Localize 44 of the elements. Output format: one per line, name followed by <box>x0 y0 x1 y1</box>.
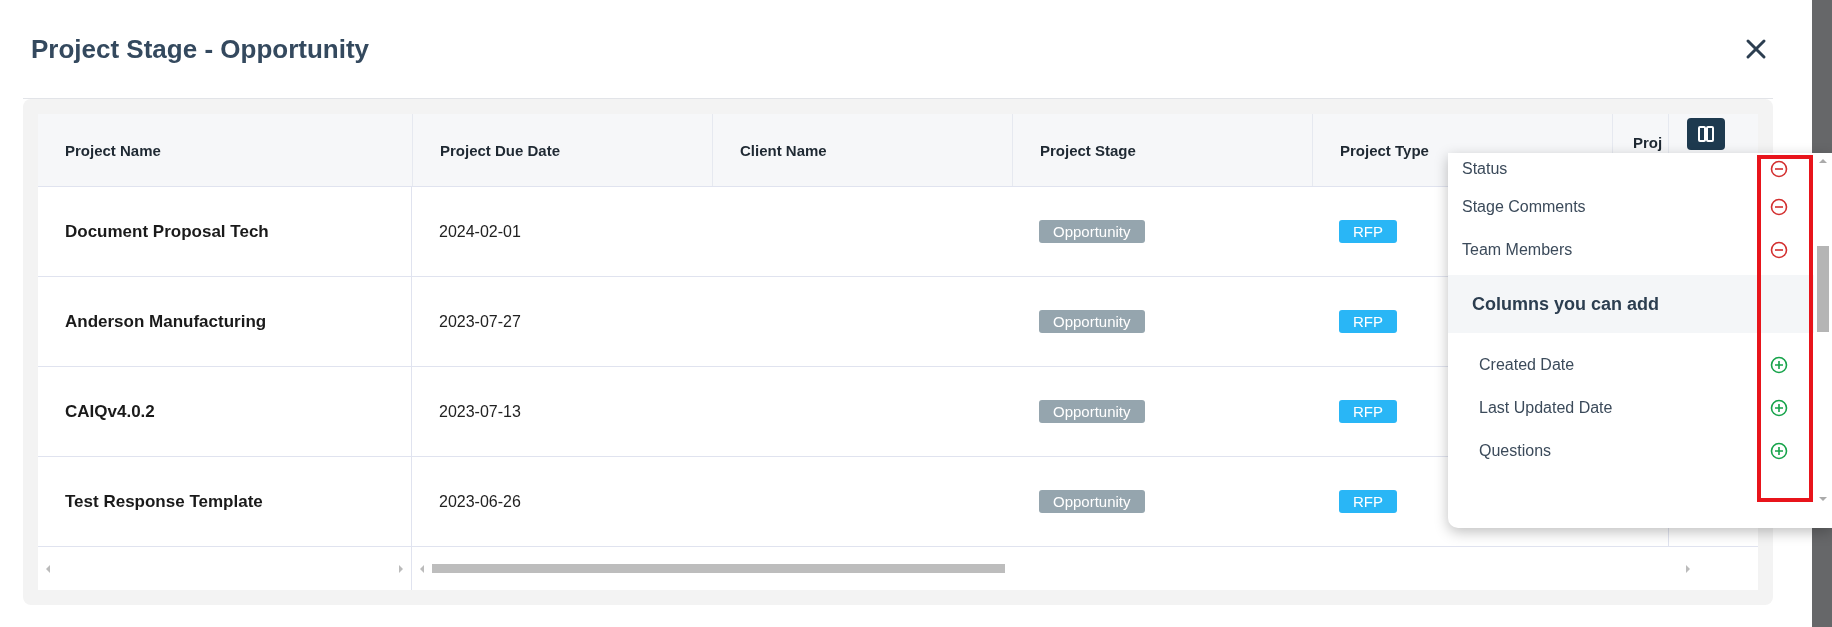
type-tag: RFP <box>1339 490 1397 513</box>
column-header[interactable]: Project Due Date <box>412 114 712 186</box>
add-icon[interactable] <box>1770 398 1788 417</box>
due-date: 2024-02-01 <box>439 222 521 241</box>
stage-tag: Opportunity <box>1039 400 1145 423</box>
scroll-down-icon[interactable] <box>1819 497 1827 501</box>
stage-tag: Opportunity <box>1039 310 1145 333</box>
column-option[interactable]: Created Date <box>1479 355 1575 374</box>
stage-tag: Opportunity <box>1039 220 1145 243</box>
project-name[interactable]: Test Response Template <box>65 491 263 512</box>
column-option[interactable]: Last Updated Date <box>1479 398 1613 417</box>
scroll-left-icon[interactable] <box>420 564 424 573</box>
stage-tag: Opportunity <box>1039 490 1145 513</box>
column-header[interactable]: Client Name <box>712 114 1012 186</box>
section-title: Columns you can add <box>1472 293 1660 315</box>
column-header[interactable]: Project Stage <box>1012 114 1312 186</box>
scroll-right-icon[interactable] <box>1686 564 1690 573</box>
scrollbar-thumb[interactable] <box>1817 246 1829 332</box>
remove-icon[interactable] <box>1770 240 1788 259</box>
due-date: 2023-07-27 <box>439 312 521 331</box>
add-icon[interactable] <box>1770 441 1788 460</box>
type-tag: RFP <box>1339 220 1397 243</box>
column-header[interactable]: Project Name <box>38 114 412 186</box>
project-name[interactable]: Anderson Manufacturing <box>65 311 267 332</box>
column-option[interactable]: Questions <box>1479 441 1552 460</box>
column-option[interactable]: Team Members <box>1462 240 1573 259</box>
scroll-right-icon[interactable] <box>399 564 403 573</box>
remove-icon[interactable] <box>1770 197 1788 216</box>
close-icon[interactable] <box>1745 38 1767 60</box>
due-date: 2023-06-26 <box>439 492 521 511</box>
type-tag: RFP <box>1339 400 1397 423</box>
scrollbar-thumb[interactable] <box>432 564 1005 573</box>
column-option[interactable]: Stage Comments <box>1462 197 1586 216</box>
due-date: 2023-07-13 <box>439 402 521 421</box>
dialog-title: Project Stage - Opportunity <box>31 33 370 65</box>
project-name[interactable]: CAIQv4.0.2 <box>65 401 155 422</box>
add-icon[interactable] <box>1770 355 1788 374</box>
type-tag: RFP <box>1339 310 1397 333</box>
columns-icon[interactable] <box>1687 118 1725 150</box>
scroll-up-icon[interactable] <box>1819 159 1827 163</box>
project-name[interactable]: Document Proposal Tech <box>65 221 269 242</box>
remove-icon[interactable] <box>1770 160 1788 178</box>
scroll-left-icon[interactable] <box>46 564 50 573</box>
column-option[interactable]: Status <box>1462 160 1508 178</box>
